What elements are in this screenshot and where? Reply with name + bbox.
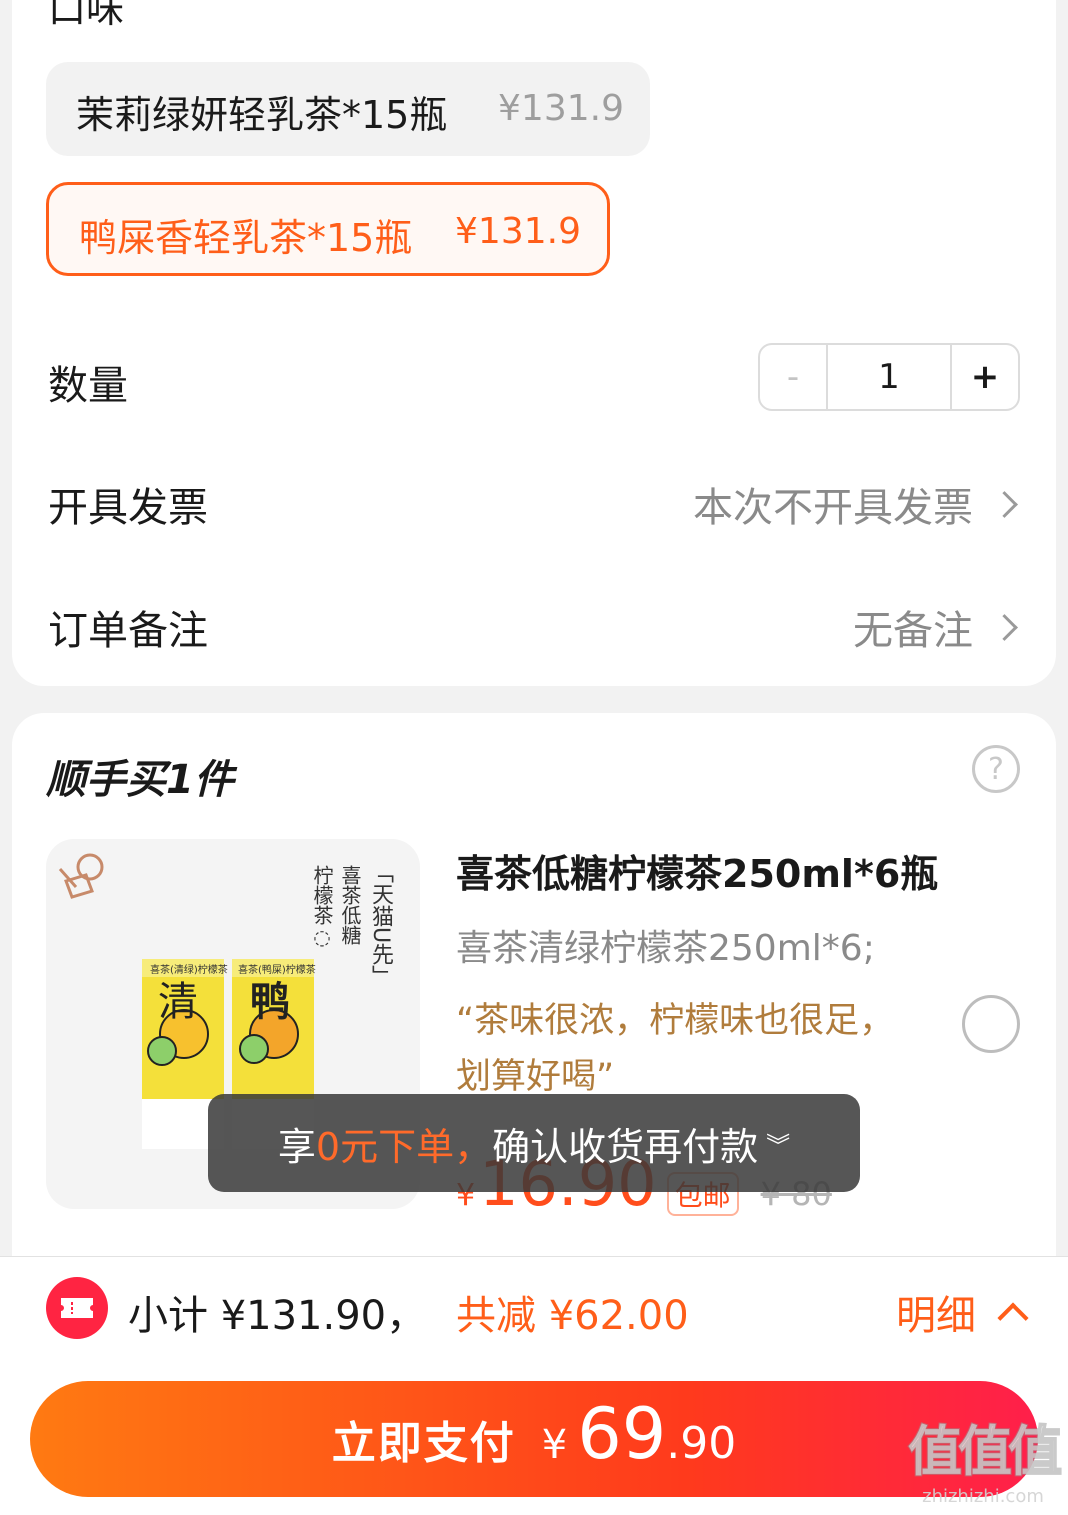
chevron-up-icon (997, 1302, 1029, 1334)
remark-row[interactable]: 无备注 (853, 598, 1020, 656)
brand-logo-icon (58, 853, 104, 899)
flavor-option-yashixiang[interactable]: 鸭屎香轻乳茶*15瓶 ¥131.9 (46, 182, 610, 276)
watermark-text: 值值值 (907, 1419, 1063, 1484)
detail-label: 明细 (896, 1293, 976, 1339)
product-image-vertical-title-2: 喜茶低糖 (338, 865, 362, 945)
coupon-ticket-icon (46, 1277, 108, 1339)
flavor-option-price: ¥131.9 (498, 88, 624, 129)
discount-text: 共减 ¥62.00 (456, 1293, 689, 1339)
pay-label: 立即支付 (331, 1418, 516, 1469)
remark-label: 订单备注 (48, 608, 208, 654)
pay-amount-integer: 69 (577, 1393, 667, 1475)
flavor-option-jasmine[interactable]: 茉莉绿妍轻乳茶*15瓶 ¥131.9 (46, 62, 650, 156)
product-image-vertical-title-3: 「天猫U先」 (368, 861, 393, 988)
quantity-label: 数量 (48, 363, 128, 409)
quantity-value[interactable]: 1 (828, 345, 950, 409)
addon-title: 顺手买1件 (46, 757, 234, 803)
subtotal-text: 小计 ¥131.90， (128, 1293, 427, 1339)
svg-text:清: 清 (158, 979, 198, 1025)
toast-prefix: 享 (277, 1124, 316, 1169)
invoice-row[interactable]: 本次不开具发票 (693, 475, 1020, 533)
flavor-option-price: ¥131.9 (455, 211, 581, 252)
watermark-url: zhizhizhi.com (922, 1486, 1044, 1507)
pay-now-button[interactable]: 立即支付 ¥ 69 .90 (30, 1381, 1038, 1497)
question-circle-icon[interactable]: ? (972, 745, 1020, 793)
product-image-vertical-title-1: 柠檬茶◌ (310, 865, 334, 949)
invoice-value: 本次不开具发票 (693, 485, 973, 531)
product-name[interactable]: 喜茶低糖柠檬茶250ml*6瓶 (456, 843, 938, 898)
double-chevron-down-icon: ︾ (766, 1131, 791, 1160)
svg-text:喜茶(鸭屎)柠檬茶: 喜茶(鸭屎)柠檬茶 (238, 963, 316, 976)
flavor-option-name: 鸭屎香轻乳茶*15瓶 (79, 216, 413, 260)
flavor-section-title: 口味 (48, 0, 125, 31)
svg-text:喜茶(清绿)柠檬茶: 喜茶(清绿)柠檬茶 (150, 963, 228, 976)
addon-select-radio[interactable] (962, 995, 1020, 1053)
checkout-bar: 小计 ¥131.90， 共减 ¥62.00 明细 立即支付 ¥ 69 .90 值… (0, 1256, 1068, 1515)
pay-currency: ¥ (541, 1422, 568, 1468)
chevron-right-icon (991, 613, 1018, 641)
product-spec: 喜茶清绿柠檬茶250ml*6; (456, 928, 875, 969)
quantity-increase-button[interactable]: + (950, 345, 1018, 409)
remark-value: 无备注 (853, 608, 973, 654)
quantity-decrease-button[interactable]: - (760, 345, 828, 409)
toast-suffix: 确认收货再付款 (492, 1124, 759, 1169)
svg-text:鸭: 鸭 (250, 979, 290, 1025)
pay-later-toast[interactable]: 享 0元下单， 确认收货再付款 ︾ (208, 1094, 860, 1192)
pay-amount-decimal: .90 (666, 1418, 737, 1469)
detail-button[interactable]: 明细 (896, 1283, 1029, 1341)
watermark: 值值值 zhizhizhi.com (907, 1407, 1063, 1507)
addon-card: 顺手买1件 ? 喜茶(清绿)柠檬茶 喜茶(鸭屎)柠檬茶 清 鸭 柠檬茶◌ 喜茶低… (12, 713, 1056, 1313)
toast-highlight: 0元下单， (315, 1124, 493, 1169)
chevron-right-icon (991, 490, 1018, 518)
product-review: “茶味很浓，柠檬味也很足，划算好喝” (456, 1001, 895, 1097)
flavor-option-name: 茉莉绿妍轻乳茶*15瓶 (76, 93, 448, 137)
order-options-card: 口味 茉莉绿妍轻乳茶*15瓶 ¥131.9 鸭屎香轻乳茶*15瓶 ¥131.9 … (12, 0, 1056, 686)
invoice-label: 开具发票 (48, 485, 208, 531)
quantity-stepper: - 1 + (758, 343, 1020, 411)
